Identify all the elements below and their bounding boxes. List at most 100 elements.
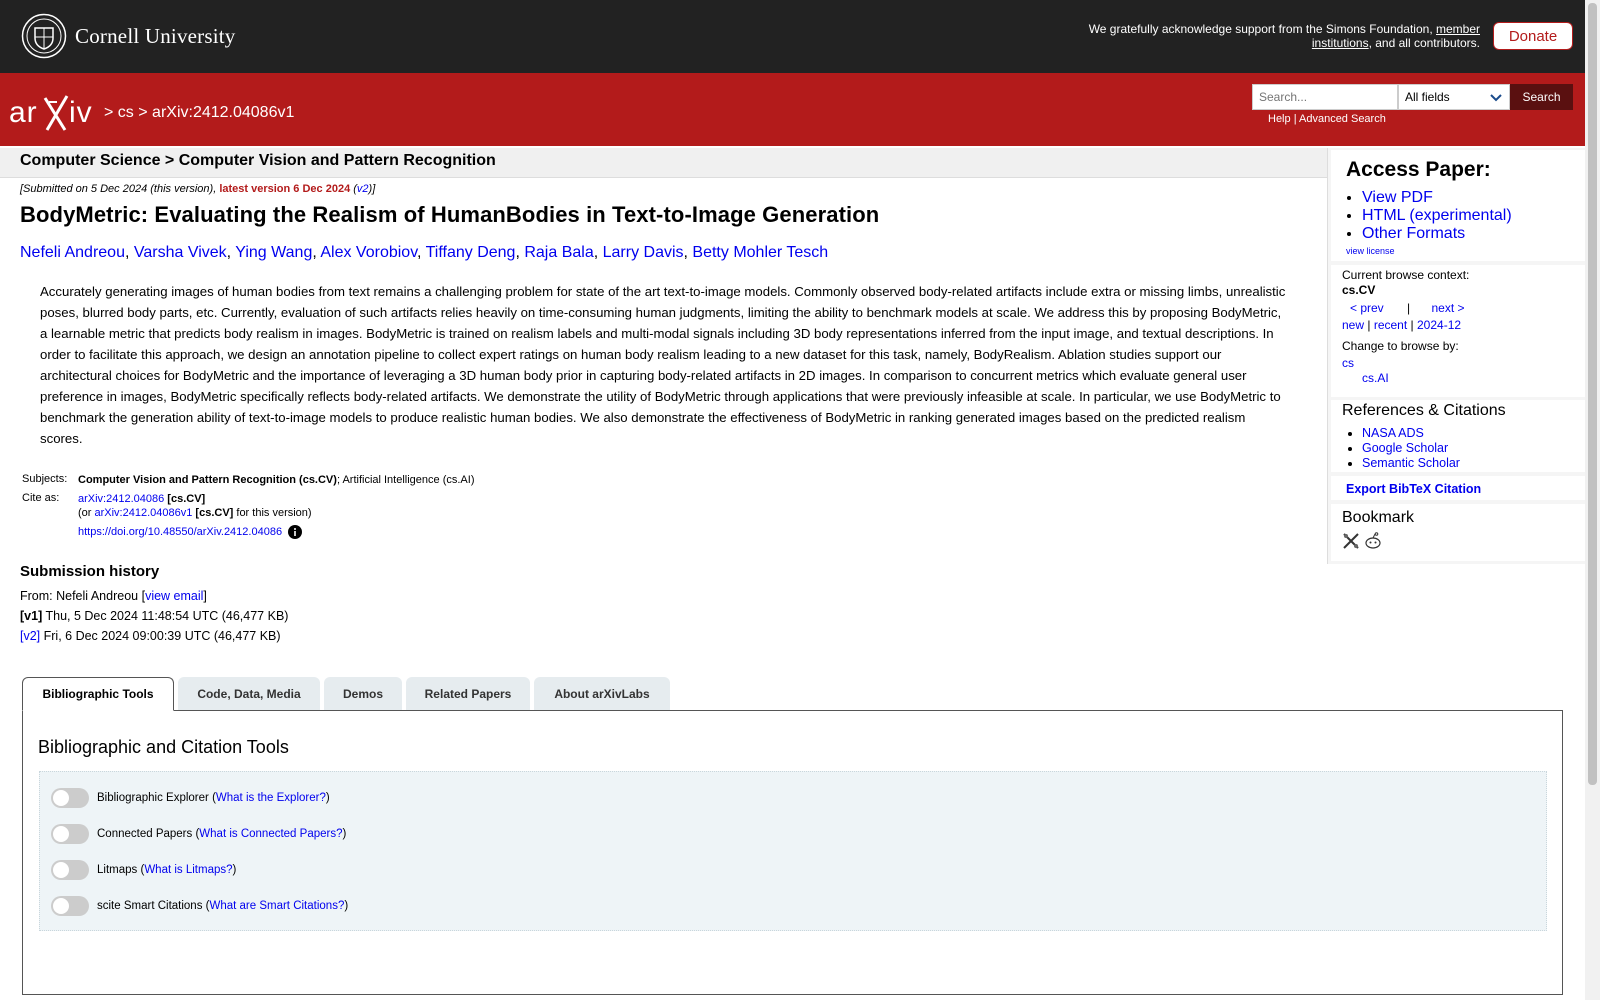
cornell-logo[interactable]: Cornell University [21, 13, 236, 59]
arxiv-logo[interactable]: ar iv [9, 92, 101, 134]
tool-help-link[interactable]: What is Litmaps? [144, 864, 232, 876]
tool-help-link[interactable]: What is the Explorer? [216, 792, 326, 804]
tab-demos[interactable]: Demos [324, 677, 402, 710]
semantic-scholar-link[interactable]: Semantic Scholar [1362, 456, 1460, 470]
bibsonomy-icon[interactable] [1342, 532, 1360, 550]
search-field-select[interactable]: All fields [1398, 84, 1510, 110]
bookmark-icons [1342, 532, 1382, 550]
category-title: Computer Science > Computer Vision and P… [20, 152, 496, 169]
browse-cs-link[interactable]: cs [1342, 356, 1354, 370]
author-link[interactable]: Nefeli Andreou [20, 244, 125, 261]
prev-link[interactable]: < prev [1350, 301, 1384, 315]
litmaps-toggle[interactable] [51, 860, 89, 880]
crumb-separator: > [104, 104, 114, 121]
view-pdf-link[interactable]: View PDF [1362, 189, 1433, 206]
from-suffix: ] [203, 589, 207, 603]
subjects-label: Subjects: [22, 473, 68, 485]
svg-text:ar: ar [9, 96, 38, 129]
v2-link[interactable]: v2 [357, 183, 369, 195]
author-link[interactable]: Alex Vorobiov [320, 244, 417, 261]
cite-v1-suffix: for this version) [233, 507, 312, 519]
abstract: Accurately generating images of human bo… [40, 284, 1286, 446]
browse-csai-link[interactable]: cs.AI [1362, 371, 1389, 385]
doi-link[interactable]: https://doi.org/10.48550/arXiv.2412.0408… [78, 526, 282, 538]
info-icon[interactable] [288, 525, 303, 540]
cite-or: (or [78, 507, 95, 519]
recent-link[interactable]: recent [1374, 318, 1407, 332]
new-link[interactable]: new [1342, 318, 1364, 332]
connected-papers-toggle[interactable] [51, 824, 89, 844]
cite-label: Cite as: [22, 492, 60, 504]
author-link[interactable]: Raja Bala [524, 244, 593, 261]
author-list: Nefeli Andreou, Varsha Vivek, Ying Wang,… [20, 244, 829, 261]
crumb-separator: > [138, 104, 148, 121]
crumb-paper-id: arXiv:2412.04086v1 [152, 104, 295, 121]
help-link[interactable]: Help [1268, 113, 1291, 125]
author-link[interactable]: Tiffany Deng [426, 244, 516, 261]
tool-row-explorer: Bibliographic Explorer (What is the Expl… [51, 788, 330, 808]
author-link[interactable]: Ying Wang [235, 244, 312, 261]
tab-about-arxivlabs[interactable]: About arXivLabs [534, 677, 670, 710]
html-link[interactable]: HTML (experimental) [1362, 207, 1512, 224]
paper-title: BodyMetric: Evaluating the Realism of Hu… [20, 202, 880, 227]
search-input[interactable] [1252, 84, 1398, 110]
from-prefix: From: Nefeli Andreou [ [20, 589, 146, 603]
tool-name: Litmaps [97, 864, 138, 876]
tool-name: Connected Papers [97, 828, 193, 840]
support-suffix: , and all contributors. [1368, 36, 1480, 50]
scrollbar-thumb[interactable] [1588, 3, 1597, 785]
view-license-link[interactable]: view license [1346, 246, 1395, 256]
browse-label: Current browse context: [1342, 268, 1470, 282]
cite-id-link[interactable]: arXiv:2412.04086 [78, 493, 164, 505]
cornell-seal-icon [21, 13, 67, 59]
browse-context: Current browse context: cs.CV < prev | n… [1342, 268, 1469, 386]
access-links: View PDF HTML (experimental) Other Forma… [1362, 189, 1512, 243]
view-email-link[interactable]: view email [145, 589, 203, 603]
cite-v1-link[interactable]: arXiv:2412.04086v1 [95, 507, 193, 519]
tool-row-connected-papers: Connected Papers (What is Connected Pape… [51, 824, 346, 844]
cornell-name: Cornell University [75, 23, 236, 48]
export-bibtex-link[interactable]: Export BibTeX Citation [1346, 482, 1481, 496]
dateline-open: ( [350, 183, 357, 195]
v2-history-link[interactable]: [v2] [20, 629, 40, 643]
tool-row-litmaps: Litmaps (What is Litmaps?) [51, 860, 236, 880]
change-browse-label: Change to browse by: [1342, 339, 1459, 353]
next-link[interactable]: next > [1432, 301, 1465, 315]
cite-category: [cs.CV] [167, 493, 206, 505]
submission-history: From: Nefeli Andreou [view email] [v1] T… [20, 586, 288, 646]
explorer-toggle[interactable] [51, 788, 89, 808]
search-button[interactable]: Search [1510, 84, 1573, 110]
tab-related-papers[interactable]: Related Papers [406, 677, 530, 710]
author-link[interactable]: Larry Davis [603, 244, 684, 261]
latest-version: latest version 6 Dec 2024 [219, 183, 351, 195]
prev-next-separator: | [1407, 301, 1411, 315]
tool-help-link[interactable]: What are Smart Citations? [209, 900, 344, 912]
author-link[interactable]: Varsha Vivek [134, 244, 227, 261]
scite-toggle[interactable] [51, 896, 89, 916]
references-title: References & Citations [1342, 402, 1506, 419]
cite-v1-category: [cs.CV] [195, 507, 234, 519]
month-link[interactable]: 2024-12 [1417, 318, 1461, 332]
tool-name: scite Smart Citations [97, 900, 203, 912]
separator: | [1367, 318, 1371, 332]
tab-code-data-media[interactable]: Code, Data, Media [178, 677, 320, 710]
submission-dateline: [Submitted on 5 Dec 2024 (this version),… [20, 183, 375, 195]
advanced-search-link[interactable]: Advanced Search [1299, 113, 1386, 125]
help-links: Help | Advanced Search [1268, 113, 1386, 125]
other-formats-link[interactable]: Other Formats [1362, 225, 1465, 242]
tool-row-scite: scite Smart Citations (What are Smart Ci… [51, 896, 348, 916]
bookmark-title: Bookmark [1342, 509, 1415, 526]
v2-text: Fri, 6 Dec 2024 09:00:39 UTC (46,477 KB) [40, 629, 281, 643]
other-subjects: ; Artificial Intelligence (cs.AI) [336, 474, 475, 486]
author-link[interactable]: Betty Mohler Tesch [692, 244, 828, 261]
tab-bibliographic-tools[interactable]: Bibliographic Tools [22, 677, 174, 711]
donate-button[interactable]: Donate [1493, 22, 1573, 50]
references-links: NASA ADS Google Scholar Semantic Scholar [1362, 426, 1460, 471]
v1-text: Thu, 5 Dec 2024 11:48:54 UTC (46,477 KB) [42, 609, 289, 623]
crumb-cs-link[interactable]: cs [118, 104, 134, 121]
google-scholar-link[interactable]: Google Scholar [1362, 441, 1448, 455]
panel-title: Bibliographic and Citation Tools [38, 737, 289, 757]
nasa-ads-link[interactable]: NASA ADS [1362, 426, 1424, 440]
reddit-icon[interactable] [1364, 532, 1382, 550]
tool-help-link[interactable]: What is Connected Papers? [199, 828, 342, 840]
